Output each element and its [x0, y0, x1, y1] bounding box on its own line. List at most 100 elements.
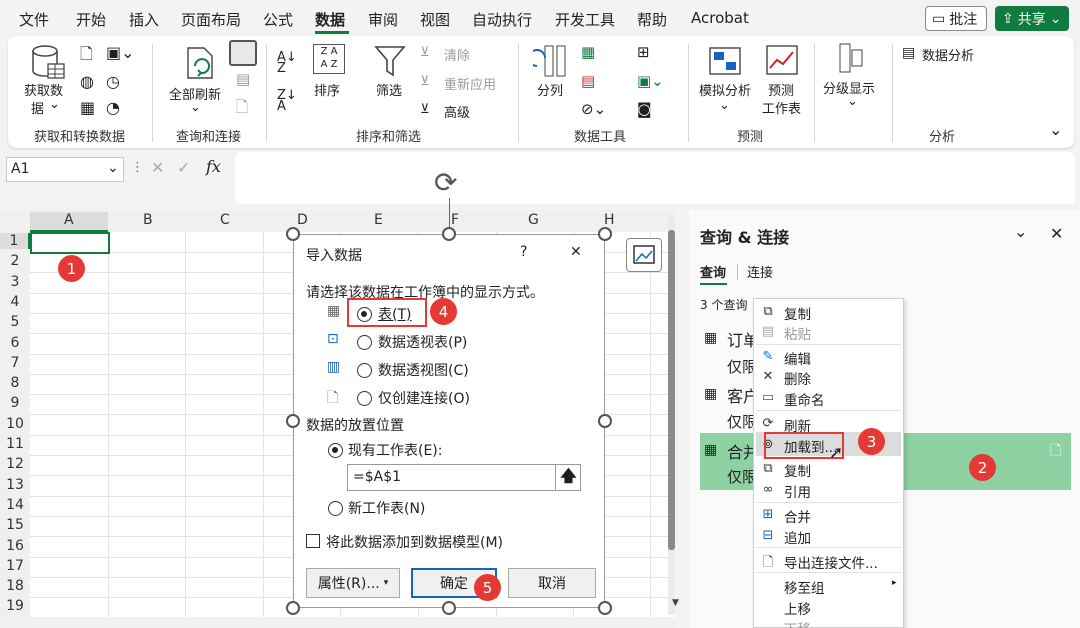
- tab-formulas[interactable]: 公式: [263, 9, 293, 30]
- resize-handle[interactable]: [442, 227, 456, 241]
- relationships-icon[interactable]: ▣⌄: [637, 72, 664, 90]
- column-header[interactable]: D: [297, 212, 308, 228]
- new-sheet-label[interactable]: 新工作表(N): [348, 498, 425, 518]
- menu-item-rename[interactable]: 重命名: [784, 389, 825, 409]
- queries-connections-button[interactable]: [229, 40, 257, 66]
- sort-button[interactable]: 排序: [314, 80, 340, 99]
- remove-duplicates-icon[interactable]: ▤: [581, 72, 595, 90]
- edit-links-icon[interactable]: 🗋: [236, 97, 248, 122]
- row-header[interactable]: 19: [0, 598, 30, 614]
- chart-picture-icon[interactable]: [626, 238, 662, 272]
- menu-item-move-up[interactable]: 上移: [784, 598, 811, 618]
- row-header[interactable]: 3: [0, 274, 30, 290]
- sort-az-icon[interactable]: A↓ Z: [277, 51, 297, 75]
- close-icon[interactable]: ✕: [570, 244, 582, 260]
- resize-handle[interactable]: [598, 227, 612, 241]
- menu-item-reference[interactable]: 引用: [784, 481, 811, 501]
- rotate-handle-icon[interactable]: ⟳: [434, 166, 457, 199]
- add-to-model-label[interactable]: 将此数据添加到数据模型(M): [326, 532, 503, 552]
- menu-item-delete[interactable]: 删除: [784, 368, 811, 388]
- what-if-button[interactable]: 模拟分析: [699, 80, 751, 99]
- menu-item-paste[interactable]: 粘贴: [784, 323, 811, 343]
- row-header[interactable]: 10: [0, 416, 30, 432]
- resize-handle[interactable]: [286, 601, 300, 615]
- row-header[interactable]: 14: [0, 497, 30, 513]
- help-button[interactable]: ?: [520, 244, 527, 260]
- enter-icon[interactable]: ✓: [177, 158, 190, 177]
- resize-handle[interactable]: [286, 414, 300, 428]
- insert-function-icon[interactable]: fx: [206, 157, 221, 176]
- tab-review[interactable]: 审阅: [368, 9, 398, 30]
- resize-handle[interactable]: [598, 414, 612, 428]
- scrollbar-thumb[interactable]: [668, 230, 675, 550]
- row-header[interactable]: 7: [0, 355, 30, 371]
- menu-item-merge[interactable]: 合并: [784, 506, 811, 526]
- flash-fill-icon[interactable]: ▦: [581, 43, 595, 61]
- menu-item-append[interactable]: 追加: [784, 527, 811, 547]
- existing-sheet-label[interactable]: 现有工作表(E):: [348, 440, 443, 460]
- existing-connections-icon[interactable]: ◷: [106, 72, 120, 91]
- row-header[interactable]: 2: [0, 253, 30, 269]
- menu-item-move-down[interactable]: 下移: [784, 618, 811, 628]
- column-header[interactable]: G: [528, 212, 539, 228]
- existing-sheet-radio[interactable]: [328, 443, 343, 458]
- menu-item-duplicate[interactable]: 复制: [784, 460, 811, 480]
- option-pivot-chart-label[interactable]: 数据透视图(C): [378, 360, 469, 380]
- row-header[interactable]: 18: [0, 578, 30, 594]
- row-header[interactable]: 15: [0, 517, 30, 533]
- data-validation-icon[interactable]: ⊘⌄: [581, 100, 606, 118]
- pane-tab-queries[interactable]: 查询: [700, 262, 726, 281]
- option-pivot-table-radio[interactable]: [357, 335, 372, 350]
- tab-home[interactable]: 开始: [76, 9, 106, 30]
- data-analysis-button[interactable]: 数据分析: [922, 45, 974, 64]
- query-file-icon[interactable]: 🗋: [1050, 440, 1061, 464]
- tab-automate[interactable]: 自动执行: [472, 9, 532, 30]
- pane-tab-connections[interactable]: 连接: [747, 262, 773, 281]
- properties-icon[interactable]: ▤: [236, 70, 250, 88]
- menu-item-copy[interactable]: 复制: [784, 303, 811, 323]
- more-options-icon[interactable]: ⋮: [131, 160, 144, 175]
- column-header[interactable]: B: [143, 212, 153, 228]
- resize-handle[interactable]: [442, 601, 456, 615]
- close-icon[interactable]: ✕: [1050, 224, 1063, 243]
- column-header[interactable]: A: [64, 212, 74, 228]
- tab-page-layout[interactable]: 页面布局: [181, 9, 241, 30]
- recent-sources-icon[interactable]: ▣⌄: [106, 43, 135, 62]
- properties-button[interactable]: 属性(R)... ▾: [306, 568, 400, 598]
- row-header[interactable]: 16: [0, 538, 30, 554]
- row-header[interactable]: 1: [0, 233, 30, 249]
- chevron-down-icon[interactable]: ⌄: [1014, 222, 1027, 241]
- tab-acrobat[interactable]: Acrobat: [691, 9, 749, 27]
- column-header[interactable]: H: [604, 212, 615, 228]
- advanced-button[interactable]: 高级: [444, 102, 470, 121]
- row-header[interactable]: 4: [0, 294, 30, 310]
- filter-button[interactable]: 筛选: [376, 80, 402, 99]
- active-cell-a1[interactable]: [30, 232, 110, 254]
- cancel-icon[interactable]: ✕: [151, 158, 164, 177]
- row-header[interactable]: 8: [0, 375, 30, 391]
- row-header[interactable]: 17: [0, 558, 30, 574]
- tab-view[interactable]: 视图: [420, 9, 450, 30]
- column-header[interactable]: E: [374, 212, 383, 228]
- from-text-icon[interactable]: 🗋: [80, 43, 93, 70]
- share-button[interactable]: ⇪ 共享 ⌄: [995, 6, 1069, 31]
- row-header[interactable]: 13: [0, 477, 30, 493]
- tab-data[interactable]: 数据: [315, 9, 345, 30]
- collapse-ribbon-icon[interactable]: ⌄: [1049, 120, 1062, 139]
- text-to-columns-button[interactable]: 分列: [537, 80, 563, 99]
- option-connection-only-label[interactable]: 仅创建连接(O): [378, 388, 470, 408]
- row-header[interactable]: 12: [0, 456, 30, 472]
- sort-za-icon[interactable]: Z↓ A: [277, 89, 297, 113]
- connections-icon[interactable]: ◔: [106, 98, 120, 117]
- consolidate-icon[interactable]: ⊞: [637, 43, 650, 61]
- row-header[interactable]: 5: [0, 314, 30, 330]
- tab-developer[interactable]: 开发工具: [555, 9, 615, 30]
- column-header[interactable]: F: [451, 212, 459, 228]
- new-sheet-radio[interactable]: [328, 501, 343, 516]
- menu-item-export[interactable]: 导出连接文件...: [784, 552, 878, 572]
- add-to-model-checkbox[interactable]: [306, 534, 320, 548]
- menu-item-edit[interactable]: 编辑: [784, 348, 811, 368]
- reapply-button[interactable]: 重新应用: [444, 74, 496, 93]
- option-pivot-table-label[interactable]: 数据透视表(P): [378, 332, 467, 352]
- forecast-button[interactable]: 预测: [768, 80, 794, 99]
